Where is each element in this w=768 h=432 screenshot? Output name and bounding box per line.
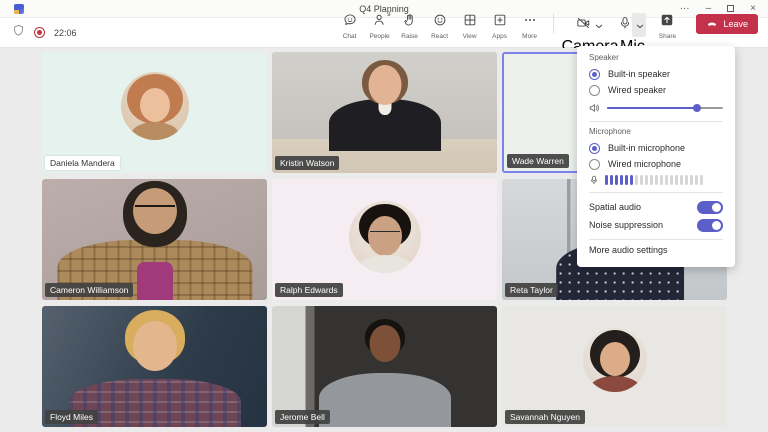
apps-label: Apps — [492, 33, 507, 40]
video-tile-floyd-miles[interactable]: Floyd Miles — [42, 306, 267, 427]
avatar — [121, 72, 189, 140]
participant-name: Kristin Watson — [275, 156, 339, 171]
microphone-section-title: Microphone — [589, 127, 723, 140]
more-label: More — [522, 33, 537, 40]
titlebar-more-icon[interactable]: ··· — [680, 0, 690, 18]
noise-suppression-row[interactable]: Noise suppression — [589, 216, 723, 234]
radio-icon — [589, 143, 600, 154]
spatial-audio-row[interactable]: Spatial audio — [589, 198, 723, 216]
camera-chevron-button[interactable] — [591, 13, 605, 37]
microphone-option-wired[interactable]: Wired microphone — [589, 156, 723, 172]
raise-hand-icon — [403, 13, 417, 32]
raise-label: Raise — [401, 33, 418, 40]
audio-settings-panel: Speaker Built-in speaker Wired speaker — [577, 46, 735, 267]
people-icon — [373, 13, 387, 32]
video-tile-ralph-edwards[interactable]: Ralph Edwards — [272, 179, 497, 300]
share-screen-icon — [660, 13, 674, 32]
meeting-window: Q4 Planning ··· – × 22:06 Chat 9 — [0, 0, 768, 432]
meeting-timer: 22:06 — [54, 28, 77, 38]
speaker-section-title: Speaker — [589, 53, 723, 66]
option-label: Wired microphone — [608, 159, 681, 169]
panel-divider — [589, 192, 723, 193]
speaker-option-wired[interactable]: Wired speaker — [589, 82, 723, 98]
apps-plus-icon — [493, 13, 507, 32]
leave-label: Leave — [723, 19, 748, 29]
participant-name: Floyd Miles — [45, 410, 98, 425]
option-label: Built-in microphone — [608, 143, 685, 153]
camera-off-icon — [576, 16, 591, 35]
video-tile-cameron-williamson[interactable]: Cameron Williamson — [42, 179, 267, 300]
chat-button[interactable]: Chat — [335, 9, 365, 40]
more-audio-settings-link[interactable]: More audio settings — [589, 245, 723, 258]
participant-name: Daniela Mandera — [45, 156, 120, 171]
video-tile-daniela-mandera[interactable]: Daniela Mandera — [42, 52, 267, 173]
radio-icon — [589, 69, 600, 80]
radio-icon — [589, 159, 600, 170]
spatial-audio-toggle[interactable] — [697, 201, 723, 214]
maximize-icon[interactable] — [727, 5, 734, 12]
video-tile-savannah-nguyen[interactable]: Savannah Nguyen — [502, 306, 727, 427]
participant-name: Reta Taylor — [505, 283, 558, 298]
toggle-label: Spatial audio — [589, 202, 641, 212]
speaker-volume-icon — [589, 103, 600, 113]
meeting-toolbar: 22:06 Chat 9 People Raise — [0, 18, 768, 48]
view-button[interactable]: View — [455, 9, 485, 40]
avatar — [349, 201, 421, 273]
toggle-label: Noise suppression — [589, 220, 663, 230]
noise-suppression-toggle[interactable] — [697, 219, 723, 232]
participant-name: Cameron Williamson — [45, 283, 133, 298]
people-label: People — [369, 33, 389, 40]
panel-divider — [589, 239, 723, 240]
recording-indicator-icon — [34, 27, 45, 38]
participant-name: Savannah Nguyen — [505, 410, 585, 425]
chat-label: Chat — [343, 33, 357, 40]
share-label: Share — [659, 33, 676, 40]
view-label: View — [463, 33, 477, 40]
hang-up-icon — [706, 18, 718, 30]
chat-icon — [343, 13, 357, 32]
more-button[interactable]: More — [515, 9, 545, 40]
avatar — [583, 328, 647, 392]
raise-hand-button[interactable]: Raise — [395, 9, 425, 40]
people-button[interactable]: 9 People — [365, 9, 395, 40]
react-button[interactable]: React — [425, 9, 455, 40]
video-stage: Daniela Mandera Kristin Watson Wade Warr… — [0, 48, 768, 432]
volume-slider[interactable] — [607, 107, 723, 109]
microphone-option-builtin[interactable]: Built-in microphone — [589, 140, 723, 156]
video-tile-kristin-watson[interactable]: Kristin Watson — [272, 52, 497, 173]
speaker-option-builtin[interactable]: Built-in speaker — [589, 66, 723, 82]
minimize-icon[interactable]: – — [706, 0, 712, 18]
participant-name: Ralph Edwards — [275, 283, 343, 298]
mic-icon — [618, 16, 632, 35]
mic-level-bars — [605, 175, 703, 185]
shield-icon — [12, 24, 25, 42]
people-count-badge: 9 — [387, 11, 391, 18]
volume-slider-fill — [607, 107, 697, 109]
video-tile-jerome-bell[interactable]: Jerome Bell — [272, 306, 497, 427]
more-dots-icon — [523, 13, 537, 32]
option-label: Built-in speaker — [608, 69, 670, 79]
participant-name: Wade Warren — [507, 154, 569, 169]
view-grid-icon — [463, 13, 477, 32]
option-label: Wired speaker — [608, 85, 666, 95]
close-icon[interactable]: × — [750, 0, 756, 18]
toolbar-divider — [553, 13, 554, 33]
mic-chevron-button[interactable] — [632, 13, 646, 37]
radio-icon — [589, 85, 600, 96]
react-icon — [433, 13, 447, 32]
mic-level-icon — [589, 174, 599, 186]
apps-button[interactable]: Apps — [485, 9, 515, 40]
react-label: React — [431, 33, 448, 40]
participant-name: Jerome Bell — [275, 410, 330, 425]
volume-slider-thumb[interactable] — [693, 104, 701, 112]
panel-divider — [589, 121, 723, 122]
share-button[interactable]: Share — [652, 9, 682, 40]
